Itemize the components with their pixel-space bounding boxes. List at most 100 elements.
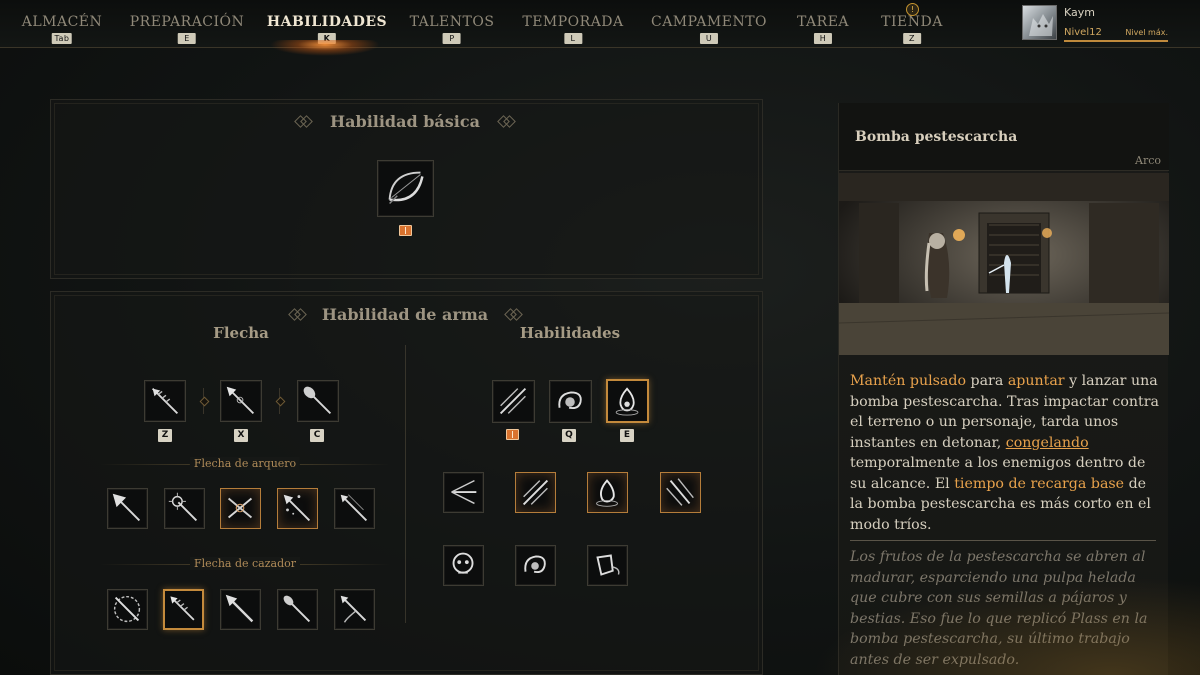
desc-aim-highlight: apuntar xyxy=(1007,373,1065,389)
tab-preparacion[interactable]: PREPARACIÓN E xyxy=(130,14,245,44)
hunter-arrow-slot[interactable] xyxy=(277,589,318,630)
tab-tarea[interactable]: TAREA H xyxy=(797,14,849,44)
whirlwind-icon xyxy=(524,555,546,573)
skill-book-icon xyxy=(506,429,519,440)
tab-label: ALMACÉN xyxy=(21,14,103,30)
divider xyxy=(850,540,1156,541)
archer-arrow-title: Flecha de arquero xyxy=(189,457,301,470)
archer-arrow-slot[interactable] xyxy=(164,488,205,529)
blunt-arrow-icon xyxy=(283,595,311,623)
ability-option[interactable] xyxy=(587,545,628,586)
bow-skill-slot[interactable] xyxy=(377,160,434,217)
archer-arrow-slot[interactable] xyxy=(334,488,375,529)
hotkey-badge: H xyxy=(814,33,832,44)
burst-arrow-icon xyxy=(168,492,198,522)
arrow-slot-c[interactable] xyxy=(297,380,339,422)
tab-label: HABILIDADES xyxy=(266,14,388,30)
desc-text: para xyxy=(966,373,1008,389)
arrow-slot-x[interactable] xyxy=(220,380,262,422)
player-name: Kaym xyxy=(1064,6,1095,19)
skill-lore: Los frutos de la pestescarcha se abren a… xyxy=(850,549,1148,668)
ability-slot[interactable] xyxy=(492,380,535,423)
archer-arrow-slot[interactable] xyxy=(277,488,318,529)
ability-slot-e-selected[interactable] xyxy=(606,379,649,423)
tab-temporada[interactable]: TEMPORADA L xyxy=(522,14,623,44)
avatar xyxy=(1022,5,1057,40)
hotkey-x: X xyxy=(234,429,248,442)
ability-option[interactable] xyxy=(443,472,484,513)
arrow-slot-z[interactable] xyxy=(144,380,186,422)
hotkey-badge: P xyxy=(442,33,461,44)
weapon-type: Arco xyxy=(1135,154,1161,167)
hotkey-badge: U xyxy=(700,33,718,44)
ability-option[interactable] xyxy=(443,545,484,586)
xp-bar xyxy=(1064,40,1168,42)
skill-description: Mantén pulsado para apuntar y lanzar una… xyxy=(850,371,1162,535)
skill-preview-image xyxy=(839,173,1169,355)
ability-slot-q[interactable] xyxy=(549,380,592,423)
archer-arrow-slot[interactable] xyxy=(220,488,261,529)
ability-option[interactable] xyxy=(587,472,628,513)
multishot-icon xyxy=(522,479,549,506)
arrow-column-title: Flecha xyxy=(213,324,269,342)
active-tab-glow xyxy=(270,40,380,56)
blunt-arrow-icon xyxy=(303,386,332,415)
frost-bomb-icon xyxy=(615,387,639,416)
slot-separator xyxy=(279,388,280,414)
tab-label: CAMPAMENTO xyxy=(650,14,768,30)
hotkey-q: Q xyxy=(562,429,576,442)
tab-label: TALENTOS xyxy=(409,14,495,30)
whirlwind-icon xyxy=(558,391,582,410)
barbed-arrow-icon xyxy=(170,596,195,621)
title-ornament-icon xyxy=(506,309,522,319)
barbed-arrow-icon xyxy=(151,387,179,415)
hotkey-badge: L xyxy=(564,33,582,44)
split-arrow-icon xyxy=(228,497,253,519)
target-arrow-icon xyxy=(113,595,141,623)
tab-almacen[interactable]: ALMACÉN Tab xyxy=(22,14,103,44)
detail-header: Bomba pestescarcha Arco xyxy=(839,103,1169,171)
preview-scene-picture xyxy=(839,173,1169,355)
slot-separator xyxy=(203,388,204,414)
archer-arrow-slot[interactable] xyxy=(107,488,148,529)
multishot-icon xyxy=(499,387,527,415)
tab-talentos[interactable]: TALENTOS P xyxy=(410,14,495,44)
tab-label: PREPARACIÓN xyxy=(129,14,245,30)
bow-icon xyxy=(388,171,424,204)
skull-icon xyxy=(452,552,474,574)
weapon-skill-title: Habilidad de arma xyxy=(321,305,489,324)
hunter-arrow-slot[interactable] xyxy=(220,589,261,630)
desc-hold-highlight: Mantén pulsado xyxy=(850,373,966,389)
skill-book-icon xyxy=(399,225,412,236)
hook-arrow-icon xyxy=(340,595,367,623)
fan-shot-icon xyxy=(451,479,477,505)
column-divider xyxy=(405,345,406,623)
spiked-arrow-icon xyxy=(226,386,255,415)
wolf-portrait-icon xyxy=(1029,14,1053,36)
grapple-icon xyxy=(596,554,620,576)
tab-campamento[interactable]: CAMPAMENTO U xyxy=(651,14,767,44)
hotkey-c: C xyxy=(310,429,324,442)
hunter-arrow-slot[interactable] xyxy=(107,589,148,630)
broadhead-arrow-icon xyxy=(112,493,141,522)
weapon-skill-panel xyxy=(50,291,763,675)
tab-tienda[interactable]: TIENDA Z xyxy=(881,14,943,44)
player-profile[interactable]: Kaym Nivel12 Nivel máx. xyxy=(1022,5,1172,42)
hunter-arrow-slot[interactable] xyxy=(334,589,375,630)
skill-detail-panel: Bomba pestescarcha Arco Mantén pulsado p… xyxy=(838,103,1169,675)
top-nav: ALMACÉN Tab PREPARACIÓN E HABILIDADES K … xyxy=(0,0,1200,48)
skill-name: Bomba pestescarcha xyxy=(855,129,1018,145)
ability-option[interactable] xyxy=(515,472,556,513)
freeze-keyword-link[interactable]: congelando xyxy=(1006,435,1089,451)
ability-option[interactable] xyxy=(515,545,556,586)
max-level-label: Nivel máx. xyxy=(1125,28,1168,37)
arrow-rain-icon xyxy=(666,478,694,506)
hotkey-z: Z xyxy=(158,429,172,442)
ability-option[interactable] xyxy=(660,472,701,513)
abilities-column-title: Habilidades xyxy=(519,324,621,342)
hunter-arrow-slot-selected[interactable] xyxy=(163,589,204,630)
player-level: Nivel12 xyxy=(1064,27,1102,38)
hotkey-badge: Tab xyxy=(51,33,72,44)
hotkey-e: E xyxy=(620,429,634,442)
piercing-arrow-icon xyxy=(340,494,368,522)
